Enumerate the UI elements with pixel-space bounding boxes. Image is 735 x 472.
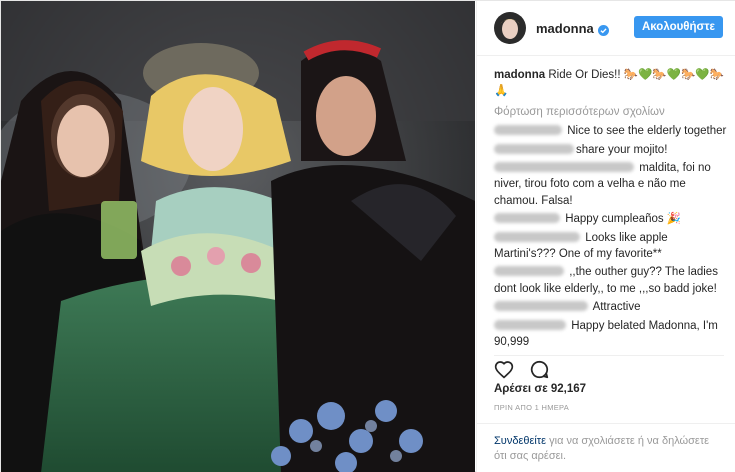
likes-count[interactable]: Αρέσει σε 92,167 <box>494 383 586 395</box>
comment-text: share your mojito! <box>576 143 668 156</box>
comment-text: Happy cumpleaños 🎉 <box>565 213 682 226</box>
comment-username-blurred[interactable] <box>494 162 634 173</box>
comment-username-blurred[interactable] <box>494 301 588 312</box>
comment-item: Happy cumpleaños 🎉 <box>494 211 730 227</box>
comment-text: Nice to see the elderly together <box>567 125 727 138</box>
login-link[interactable]: Συνδεθείτε <box>494 435 546 447</box>
post-caption: madonna Ride Or Dies!! 🐎💚🐎💚🐎💚🐎🙏 <box>494 67 730 100</box>
post-actions <box>494 355 724 381</box>
post-timestamp[interactable]: ΠΡΙΝ ΑΠΟ 1 ΗΜΕΡΑ <box>494 403 569 412</box>
header-username[interactable]: madonna <box>536 21 594 36</box>
instagram-post: madonna Ακολουθήστε madonna Ride Or Dies… <box>0 0 735 472</box>
comment-item: Nice to see the elderly together <box>494 123 730 139</box>
comment-username-blurred[interactable] <box>494 213 560 224</box>
login-prompt: Συνδεθείτε για να σχολιάσετε ή να δηλώσε… <box>477 423 735 472</box>
comment-item: Looks like apple Martini's??? One of my … <box>494 230 730 263</box>
comment-item: share your mojito! <box>494 142 730 158</box>
caption-username[interactable]: madonna <box>494 69 545 81</box>
post-header: madonna Ακολουθήστε <box>477 1 735 56</box>
post-photo[interactable] <box>1 1 475 472</box>
comment-item: ,,the outher guy?? The ladies dont look … <box>494 264 730 297</box>
verified-badge-icon <box>597 23 609 36</box>
party-photo-illustration <box>1 1 475 472</box>
follow-button[interactable]: Ακολουθήστε <box>633 16 723 38</box>
comment-item: Attractive <box>494 299 730 315</box>
heart-icon[interactable] <box>494 360 514 381</box>
load-more-comments-link[interactable]: Φόρτωση περισσότερων σχολίων <box>494 104 730 120</box>
comment-username-blurred[interactable] <box>494 319 566 330</box>
avatar-image <box>494 12 526 44</box>
post-side-panel: madonna Ακολουθήστε madonna Ride Or Dies… <box>476 1 735 472</box>
comment-bubble-icon[interactable] <box>530 360 549 381</box>
comment-username-blurred[interactable] <box>494 143 574 154</box>
comment-username-blurred[interactable] <box>494 231 580 242</box>
comment-item: Happy belated Madonna, I'm 90,999 <box>494 318 730 351</box>
comment-item: maldita, foi no niver, tirou foto com a … <box>494 160 730 209</box>
avatar[interactable] <box>494 12 526 44</box>
comment-text: Attractive <box>592 301 641 314</box>
comment-username-blurred[interactable] <box>494 125 562 136</box>
comment-username-blurred[interactable] <box>494 266 564 277</box>
comments-section: madonna Ride Or Dies!! 🐎💚🐎💚🐎💚🐎🙏 Φόρτωση … <box>494 67 730 353</box>
